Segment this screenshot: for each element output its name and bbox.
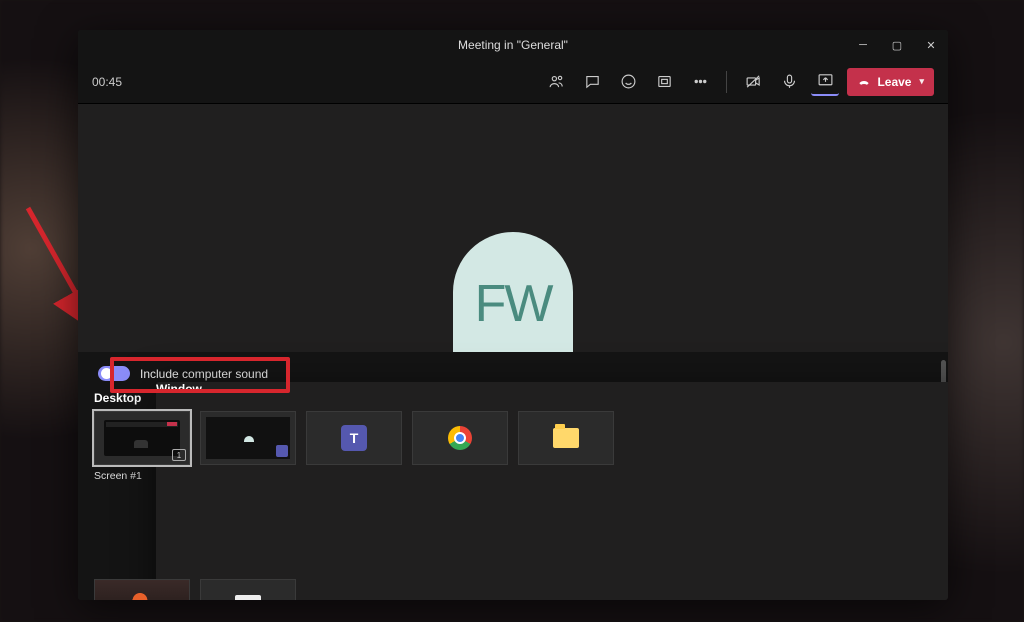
participants-icon[interactable]	[542, 68, 570, 96]
chevron-down-icon: ▾	[919, 76, 924, 87]
window-minimize-button[interactable]: ─	[846, 30, 880, 60]
avatar-initials: FW	[475, 274, 552, 334]
share-option-screen-2[interactable]: 2 Screen #2	[94, 579, 190, 600]
more-actions-icon[interactable]	[686, 68, 714, 96]
window-close-button[interactable]: ✕	[914, 30, 948, 60]
window-maximize-button[interactable]: ▢	[880, 30, 914, 60]
camera-icon[interactable]	[739, 68, 767, 96]
mic-icon[interactable]	[775, 68, 803, 96]
programs-icon	[235, 595, 261, 600]
include-sound-toggle[interactable]	[98, 366, 130, 381]
titlebar: Meeting in "General" ─ ▢ ✕	[78, 30, 948, 60]
participant-avatar: FW	[453, 232, 573, 352]
toolbar-divider	[726, 71, 727, 93]
reactions-icon[interactable]	[614, 68, 642, 96]
teams-window: Meeting in "General" ─ ▢ ✕ 00:45	[78, 30, 948, 600]
folder-icon	[553, 428, 579, 448]
chat-icon[interactable]	[578, 68, 606, 96]
meeting-toolbar: 00:45 Leave ▾	[78, 60, 948, 104]
monitor-badge-icon: 1	[172, 449, 186, 461]
leave-label: Leave	[877, 75, 911, 89]
share-option-window-programs[interactable]: Programs and Features	[200, 579, 296, 600]
leave-button[interactable]: Leave ▾	[847, 68, 934, 96]
chrome-icon	[448, 426, 472, 450]
share-tray: Include computer sound Desktop Window Po…	[78, 352, 948, 600]
share-icon[interactable]	[811, 68, 839, 96]
include-sound-label: Include computer sound	[140, 367, 268, 381]
window-title: Meeting in "General"	[458, 38, 568, 52]
rooms-icon[interactable]	[650, 68, 678, 96]
hangup-icon	[857, 75, 871, 89]
meeting-timer: 00:45	[92, 75, 122, 89]
teams-icon: T	[341, 425, 367, 451]
meeting-stage: FW	[78, 104, 948, 352]
